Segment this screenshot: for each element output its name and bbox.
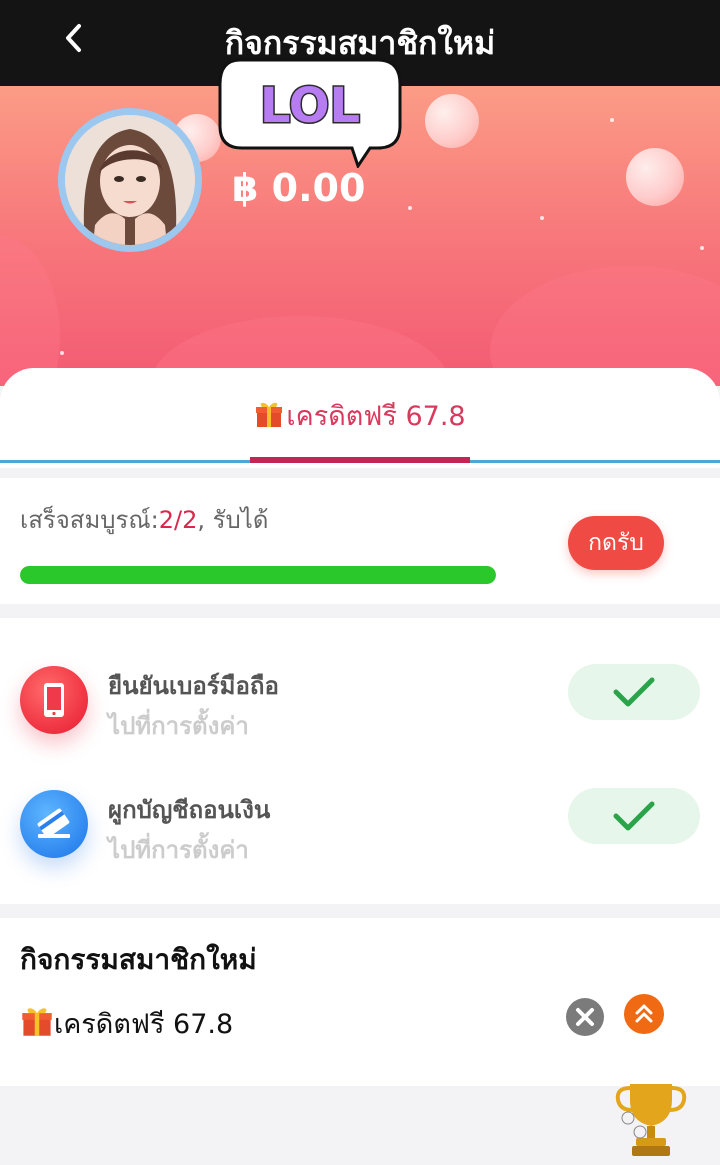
activity-title: กิจกรรมสมาชิกใหม่ <box>20 943 257 976</box>
close-button[interactable] <box>566 998 604 1036</box>
close-icon <box>576 1008 594 1026</box>
activity-item[interactable]: เครดิตฟรี 67.8 <box>20 1002 233 1045</box>
gift-icon <box>20 1004 54 1045</box>
phone-icon <box>20 666 88 734</box>
tab-bar: เครดิตฟรี 67.8 <box>0 368 720 468</box>
task-title: ยืนยันเบอร์มือถือ <box>108 672 279 700</box>
task-subtitle: ไปที่การตั้งค่า <box>108 836 249 864</box>
tab-free-credit[interactable]: เครดิตฟรี 67.8 <box>0 394 720 437</box>
trophy-icon[interactable] <box>612 1078 690 1158</box>
progress-prefix: เสร็จสมบูรณ์: <box>20 506 159 534</box>
lol-sticker: LOL <box>218 56 402 170</box>
progress-fill <box>20 566 496 584</box>
task-status-done <box>568 664 700 720</box>
wallet-balance: ฿ 0.00 <box>232 166 366 210</box>
task-subtitle: ไปที่การตั้งค่า <box>108 712 249 740</box>
progress-bar <box>20 566 496 584</box>
expand-button[interactable] <box>624 994 664 1034</box>
gift-icon <box>254 399 284 436</box>
tab-active-indicator <box>250 457 470 463</box>
tab-label: เครดิตฟรี 67.8 <box>286 401 466 432</box>
progress-status: เสร็จสมบูรณ์:2/2, รับได้ <box>20 500 268 539</box>
task-item-bind-account[interactable]: ผูกบัญชีถอนเงิน ไปที่การตั้งค่า <box>0 780 720 890</box>
checkmark-icon <box>613 677 655 707</box>
bank-card-icon <box>20 790 88 858</box>
activity-item-label: เครดิตฟรี 67.8 <box>54 1009 234 1040</box>
avatar[interactable] <box>58 108 202 252</box>
progress-card: เสร็จสมบูรณ์:2/2, รับได้ กดรับ <box>0 478 720 604</box>
checkmark-icon <box>613 801 655 831</box>
activity-panel: กิจกรรมสมาชิกใหม่ เครดิตฟรี 67.8 <box>0 918 720 1086</box>
progress-count: 2/2 <box>158 506 198 534</box>
double-chevron-up-icon <box>635 1004 653 1023</box>
claim-button[interactable]: กดรับ <box>568 516 664 570</box>
task-item-verify-phone[interactable]: ยืนยันเบอร์มือถือ ไปที่การตั้งค่า <box>0 656 720 766</box>
progress-suffix: , รับได้ <box>197 506 269 534</box>
sticker-text: LOL <box>260 78 360 134</box>
task-status-done <box>568 788 700 844</box>
task-list: ยืนยันเบอร์มือถือ ไปที่การตั้งค่า ผูกบัญ… <box>0 618 720 904</box>
task-title: ผูกบัญชีถอนเงิน <box>108 796 271 824</box>
avatar-image <box>65 115 195 245</box>
